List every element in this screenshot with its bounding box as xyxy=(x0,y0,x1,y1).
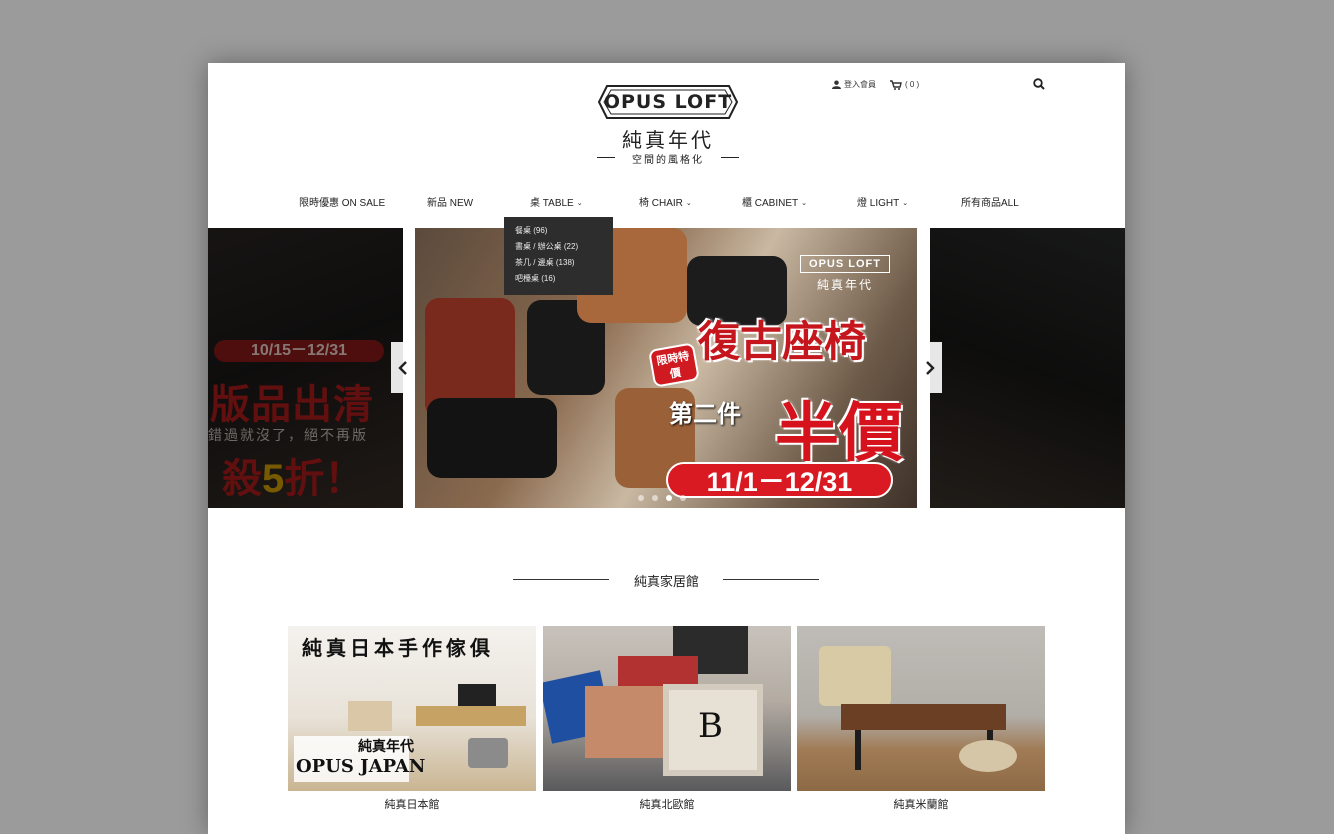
site-logo[interactable]: OPUS LOFT 純真年代 空間的風格化 xyxy=(597,82,739,166)
section-title: 純真家居館 xyxy=(633,574,699,589)
login-label: 登入會員 xyxy=(844,80,876,89)
category-card-milan[interactable] xyxy=(797,626,1045,791)
chevron-left-icon xyxy=(398,360,407,375)
category-card-nordic[interactable]: B xyxy=(543,626,791,791)
hero-slider: 10/15－12/31 版品出清 錯過就沒了，絕不再版 殺5折！ OPUS LO… xyxy=(208,228,1125,508)
search-icon[interactable] xyxy=(1032,77,1046,91)
chevron-right-icon xyxy=(926,360,935,375)
pouf-shape xyxy=(468,738,508,768)
nav-item-light[interactable]: 燈 LIGHT ⌄ xyxy=(857,194,908,209)
chair-shape xyxy=(348,701,392,731)
nav-item-table[interactable]: 桌 TABLE ⌄ xyxy=(530,194,583,209)
table-dropdown-menu: 餐桌 (96) 書桌 / 辦公桌 (22) 茶几 / 邊桌 (138) 吧檯桌 … xyxy=(504,217,613,295)
top-bar: 登入會員 ( 0 ) xyxy=(832,79,919,90)
pouf-shape xyxy=(959,740,1017,772)
slide-date-badge: 11/1－12/31 xyxy=(666,462,893,498)
slider-dot[interactable] xyxy=(680,495,686,501)
nav-item-label: 椅 CHAIR xyxy=(639,198,683,209)
slider-next-button[interactable] xyxy=(918,342,942,393)
user-icon xyxy=(832,80,841,89)
slide-logo-cn: 純真年代 xyxy=(816,278,873,292)
nav-item-cabinet[interactable]: 櫃 CABINET ⌄ xyxy=(742,194,807,209)
chevron-down-icon: ⌄ xyxy=(801,200,807,207)
chevron-down-icon: ⌄ xyxy=(576,200,583,207)
nav-item-label: 限時優惠 ON SALE xyxy=(299,198,386,209)
login-link[interactable]: 登入會員 xyxy=(832,79,876,90)
brand-en: OPUS JAPAN xyxy=(296,756,426,777)
cart-icon xyxy=(890,79,902,90)
table-top-shape xyxy=(841,704,1006,730)
chevron-down-icon: ⌄ xyxy=(685,200,692,207)
cart-count: ( 0 ) xyxy=(905,80,920,89)
nav-item-label: 櫃 CABINET xyxy=(742,198,799,209)
pillow-shape xyxy=(585,686,670,758)
slide-prev-preview[interactable]: 10/15－12/31 版品出清 錯過就沒了，絕不再版 殺5折！ xyxy=(208,228,403,508)
slide-dim-overlay xyxy=(208,228,403,508)
slide-logo: OPUS LOFT 純真年代 xyxy=(795,254,895,293)
letter-decoration: B xyxy=(698,706,723,746)
category-label-nordic[interactable]: 純真北歐館 xyxy=(543,796,791,812)
slider-prev-button[interactable] xyxy=(391,342,415,393)
logo-text-en: OPUS LOFT xyxy=(603,91,733,113)
slide-half-price-text: 半價 xyxy=(775,397,903,469)
table-leg-shape xyxy=(855,730,861,770)
nav-item-label: 桌 TABLE xyxy=(530,198,574,209)
brand-cn: 純真年代 xyxy=(358,739,414,755)
main-nav: 限時優惠 ON SALE 新品 NEW 桌 TABLE ⌄ 椅 CHAIR ⌄ 櫃 … xyxy=(208,194,1125,210)
nav-item-label: 燈 LIGHT xyxy=(857,198,900,209)
card-banner-text: 純真日本手作傢俱 xyxy=(302,638,494,660)
limited-offer-badge: 限時特價 xyxy=(648,342,700,388)
slider-dot-active[interactable] xyxy=(666,495,672,501)
slider-dot[interactable] xyxy=(652,495,658,501)
slide-next-preview[interactable] xyxy=(930,228,1125,508)
dropdown-item-desk[interactable]: 書桌 / 辦公桌 (22) xyxy=(515,239,613,255)
slide-current[interactable]: OPUS LOFT 純真年代 復古座椅 限時特價 第二件 半價 11/1－12/… xyxy=(415,228,917,508)
dropdown-item-bar-table[interactable]: 吧檯桌 (16) xyxy=(515,271,613,287)
slider-dot[interactable] xyxy=(638,495,644,501)
page: OPUS LOFT 純真年代 空間的風格化 登入會員 ( 0 ) 限時優惠 ON… xyxy=(208,63,1125,834)
nav-item-label: 所有商品ALL xyxy=(961,198,1019,209)
slide-title: 復古座椅 xyxy=(698,318,867,365)
logo-tagline: 空間的風格化 xyxy=(597,151,739,166)
logo-text-cn: 純真年代 xyxy=(622,128,714,152)
slide-second-item-text: 第二件 xyxy=(669,401,741,428)
nav-item-all[interactable]: 所有商品ALL xyxy=(961,194,1019,209)
category-label-japan[interactable]: 純真日本館 xyxy=(288,796,536,812)
slide-logo-en: OPUS LOFT xyxy=(800,255,890,273)
sack-shape xyxy=(819,646,891,706)
dropdown-item-dining-table[interactable]: 餐桌 (96) xyxy=(515,223,613,239)
slider-dots xyxy=(638,495,686,501)
chair-shape xyxy=(427,398,557,478)
nav-item-label: 新品 NEW xyxy=(427,198,474,209)
category-label-milan[interactable]: 純真米蘭館 xyxy=(797,796,1045,812)
slide-dim-overlay xyxy=(930,228,1125,508)
nav-item-chair[interactable]: 椅 CHAIR ⌄ xyxy=(639,194,692,209)
chevron-down-icon: ⌄ xyxy=(902,200,909,207)
section-divider-right xyxy=(723,579,819,580)
nav-item-new[interactable]: 新品 NEW xyxy=(427,194,473,209)
cart-link[interactable]: ( 0 ) xyxy=(890,79,920,90)
nav-item-on-sale[interactable]: 限時優惠 ON SALE xyxy=(299,194,385,209)
dropdown-item-coffee-table[interactable]: 茶几 / 邊桌 (138) xyxy=(515,255,613,271)
cabinet-shape xyxy=(416,706,526,726)
category-card-japan[interactable]: 純真日本手作傢俱 純真年代 OPUS JAPAN xyxy=(288,626,536,791)
